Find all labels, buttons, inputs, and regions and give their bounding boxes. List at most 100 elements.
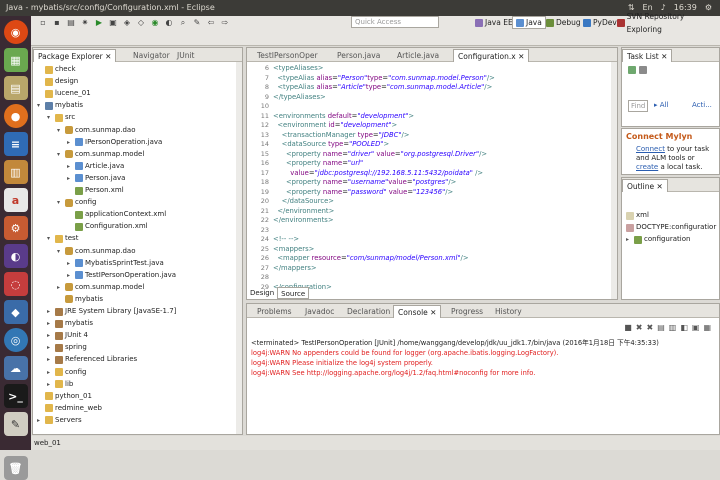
quick-access-input[interactable]: Quick Access (351, 16, 439, 28)
tab-problems[interactable]: Problems (253, 305, 296, 318)
tree-item[interactable]: lucene_01 (37, 88, 91, 99)
tab-task-list[interactable]: Task List ✕ (622, 49, 673, 62)
tree-item[interactable]: ▸ MybatisSprintTest.java (67, 258, 164, 269)
tree-item[interactable]: Configuration.xml (67, 221, 148, 232)
impress-app-icon[interactable]: ▥ (3, 160, 28, 184)
firefox-icon[interactable]: ● (3, 104, 28, 128)
perspective-java-ee[interactable]: Java EE (472, 16, 516, 29)
perspective-java[interactable]: Java (512, 16, 546, 29)
annotation-icon[interactable]: ✎ (191, 16, 203, 28)
tree-item[interactable]: ▸ com.sunmap.model (57, 282, 144, 293)
text-editor-icon[interactable]: ✎ (3, 412, 28, 436)
tab-javadoc[interactable]: Javadoc (301, 305, 338, 318)
tree-item[interactable]: ▾ test (47, 233, 78, 244)
tree-item[interactable]: ▸ Servers (37, 415, 82, 426)
open-console-icon[interactable]: ▦ (703, 323, 711, 332)
tab-configuration-xml[interactable]: Configuration.x ✕ (453, 49, 530, 62)
expand-arrow-icon[interactable]: ▸ (67, 173, 73, 184)
dash-home-icon[interactable]: ◉ (3, 20, 28, 44)
tab-person-java[interactable]: Person.java (333, 49, 384, 62)
writer-app-icon[interactable]: ≡ (3, 132, 28, 156)
expand-arrow-icon[interactable]: ▸ (47, 367, 53, 378)
code-line[interactable]: value="jdbc:postgresql://192.168.5.11:54… (273, 169, 483, 178)
eclipse-icon[interactable]: ◐ (3, 244, 28, 268)
search-icon[interactable]: ⌕ (177, 16, 189, 28)
tree-item[interactable]: ▾ com.sunmap.dao (57, 246, 136, 257)
code-line[interactable]: </mappers> (273, 264, 317, 273)
tree-item[interactable]: ▸ lib (47, 379, 73, 390)
tree-item[interactable]: ▸ JUnit 4 (47, 330, 88, 341)
code-line[interactable]: </dataSource> (273, 197, 334, 206)
expand-arrow-icon[interactable]: ▾ (57, 246, 63, 257)
scroll-lock-icon[interactable]: ▥ (669, 323, 677, 332)
expand-arrow-icon[interactable]: ▾ (47, 112, 53, 123)
task-filter-activate[interactable]: Acti... (692, 101, 712, 109)
code-line[interactable]: <!-- --> (273, 235, 299, 244)
terminate-icon[interactable]: ■ (624, 323, 632, 332)
run-icon[interactable]: ▶ (93, 16, 105, 28)
external-tools-icon[interactable]: ▣ (107, 16, 119, 28)
expand-arrow-icon[interactable]: ▸ (47, 306, 53, 317)
expand-arrow-icon[interactable]: ▸ (67, 137, 73, 148)
perspective-svn[interactable]: SVN Repository Exploring (614, 12, 720, 34)
task-find-input[interactable]: Find (628, 100, 648, 112)
terminal-icon[interactable]: >_ (3, 384, 28, 408)
tab-article-java[interactable]: Article.java (393, 49, 443, 62)
code-line[interactable]: <environment id="development"> (273, 121, 397, 130)
expand-arrow-icon[interactable]: ▸ (47, 342, 53, 353)
expand-arrow-icon[interactable]: ▸ (626, 234, 632, 245)
expand-arrow-icon[interactable]: ▸ (47, 379, 53, 390)
outline-item-configuration[interactable]: ▸ configuration (626, 234, 690, 245)
explorer-scrollbar[interactable] (236, 62, 242, 434)
tab-design[interactable]: Design (247, 287, 277, 299)
tab-testipersonoper[interactable]: TestIPersonOper (253, 49, 322, 62)
files-app-icon[interactable]: ▤ (3, 76, 28, 100)
new-package-icon[interactable]: ◇ (135, 16, 147, 28)
tree-item[interactable]: applicationContext.xml (67, 209, 166, 220)
code-area[interactable]: <typeAliases> <typeAlias alias="Person"t… (273, 64, 609, 291)
task-filter-all[interactable]: ▸ All (654, 101, 668, 109)
expand-arrow-icon[interactable]: ▾ (57, 149, 63, 160)
tree-item[interactable]: Person.xml (67, 185, 124, 196)
create-task-link[interactable]: create (636, 163, 658, 171)
code-line[interactable]: <typeAlias alias="Article"type="com.sunm… (273, 83, 492, 92)
settings-app-icon[interactable]: ⚙ (3, 216, 28, 240)
cloud-app-icon[interactable]: ☁ (3, 356, 28, 380)
forward-icon[interactable]: ⇨ (219, 16, 231, 28)
tab-outline[interactable]: Outline ✕ (622, 179, 668, 192)
new-task-icon[interactable] (628, 66, 636, 74)
code-line[interactable]: <mappers> (273, 245, 314, 254)
clear-console-icon[interactable]: ▤ (657, 323, 665, 332)
outline-item-xml[interactable]: xml (626, 210, 649, 221)
expand-arrow-icon[interactable]: ▸ (57, 282, 63, 293)
code-line[interactable]: <mapper resource="com/sunmap/model/Perso… (273, 254, 468, 263)
tab-navigator[interactable]: Navigator (129, 49, 174, 62)
tree-item[interactable]: ▸ spring (47, 342, 87, 353)
chrome-icon[interactable]: ◎ (3, 328, 28, 352)
expand-arrow-icon[interactable]: ▸ (47, 330, 53, 341)
tree-item[interactable]: ▾ com.sunmap.dao (57, 125, 136, 136)
debug-icon[interactable]: ✷ (79, 16, 91, 28)
expand-arrow-icon[interactable]: ▾ (47, 233, 53, 244)
code-line[interactable]: <environments default="development"> (273, 112, 414, 121)
code-line[interactable]: <property name="url" (273, 159, 363, 168)
tree-item[interactable]: python_01 (37, 391, 92, 402)
new-icon[interactable]: ▫ (37, 16, 49, 28)
tree-item[interactable]: mybatis (57, 294, 103, 305)
code-line[interactable]: <typeAlias alias="Person"type="com.sunma… (273, 74, 495, 83)
tab-package-explorer[interactable]: Package Explorer ✕ (33, 49, 117, 62)
pin-icon[interactable]: ◧ (680, 323, 688, 332)
expand-arrow-icon[interactable]: ▸ (47, 354, 53, 365)
remove-launch-icon[interactable]: ✖ (636, 323, 643, 332)
code-line[interactable]: <typeAliases> (273, 64, 323, 73)
tree-item[interactable]: ▸ mybatis (47, 318, 93, 329)
perspective-debug[interactable]: Debug (543, 16, 584, 29)
tree-item[interactable]: ▸ Person.java (67, 173, 125, 184)
code-line[interactable]: <transactionManager type="JDBC"/> (273, 131, 410, 140)
amazon-icon[interactable]: a (3, 188, 28, 212)
tree-item[interactable]: ▸ IPersonOperation.java (67, 137, 162, 148)
tab-junit[interactable]: JUnit (173, 49, 198, 62)
tree-item[interactable]: ▸ config (47, 367, 86, 378)
ubuntu-one-icon[interactable]: ◌ (3, 272, 28, 296)
open-type-icon[interactable]: ◐ (163, 16, 175, 28)
